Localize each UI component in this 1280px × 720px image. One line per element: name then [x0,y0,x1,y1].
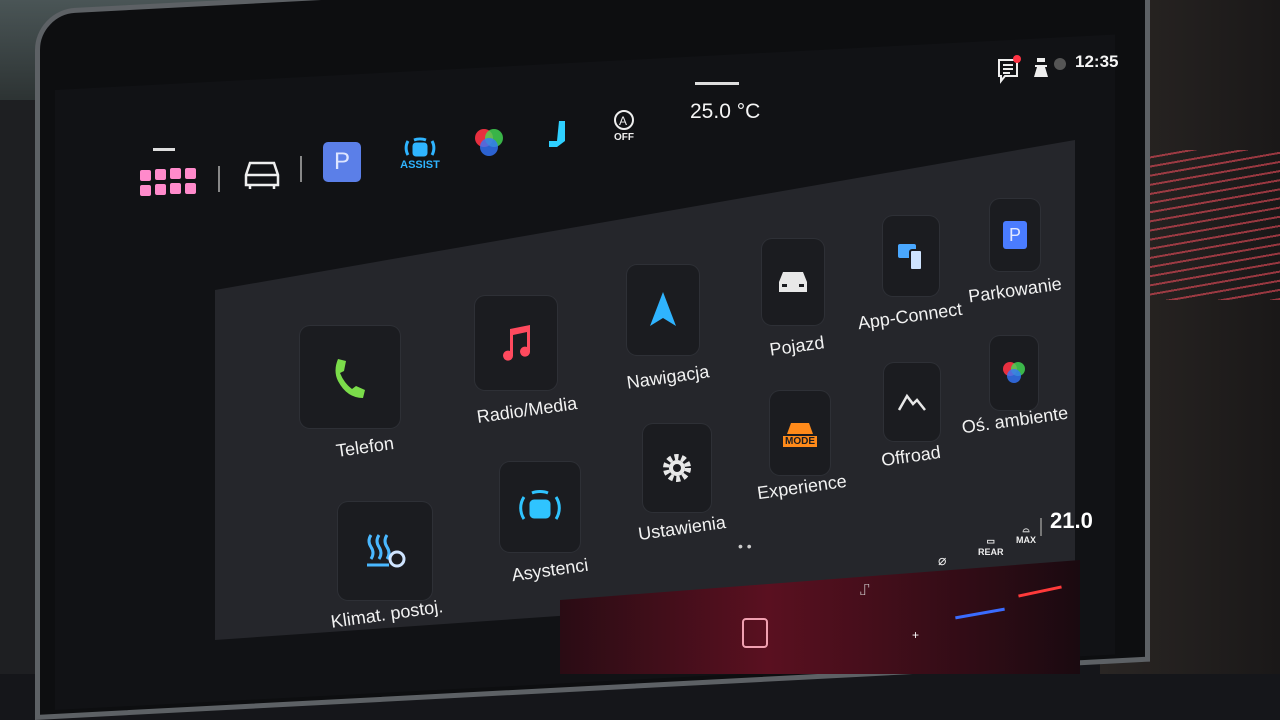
max-label: MAX [1016,535,1036,545]
app-nawigacja[interactable] [627,265,699,355]
passenger-temperature[interactable]: 21.0 [1050,508,1093,534]
divider [300,156,302,182]
app-connect-icon [898,244,923,271]
car-icon [779,272,807,292]
divider [1040,518,1042,536]
app-app-connect[interactable] [883,216,939,296]
auto-off-label: OFF [614,131,634,143]
parking-icon: P [1003,221,1027,249]
app-experience[interactable]: MODE [770,391,830,475]
car-icon[interactable] [240,155,284,191]
divider [218,166,220,192]
ambient-light-icon[interactable] [472,126,506,160]
profile-icon[interactable] [1054,58,1066,70]
ambient-light-strip [1130,150,1280,300]
page-indicator[interactable]: • • [738,538,752,554]
drive-mode-icon [787,422,813,434]
ambient-light-icon [1003,362,1025,383]
assist-label: ASSIST [400,159,440,171]
assist-button[interactable]: ASSIST [400,132,440,174]
mode-label: MODE [783,435,817,447]
parking-button[interactable]: P [323,142,361,182]
app-os-ambiente[interactable] [990,336,1038,410]
gear-icon [663,454,691,482]
handle-bar [695,82,739,85]
rear-label: REAR [978,547,1004,557]
parking-heater-icon [367,534,406,568]
notification-icon[interactable] [996,54,1022,84]
music-note-icon [503,325,531,361]
user-icon[interactable] [1032,55,1050,81]
rear-defrost-button[interactable]: ▭ REAR [978,536,1004,557]
seat-icon[interactable]: ⑀ [860,582,870,600]
svg-text:A: A [619,114,627,128]
app-ustawienia[interactable] [643,424,711,512]
mountain-icon [897,393,926,411]
auto-hold-off-button[interactable]: A OFF [606,106,642,144]
app-radio-media[interactable] [475,296,557,390]
home-button[interactable] [742,618,768,648]
app-telefon[interactable] [300,326,400,428]
app-klimat-postoj[interactable] [338,502,432,600]
app-pojazd[interactable] [762,239,824,325]
assist-icon [519,490,561,520]
app-asystenci[interactable] [500,462,580,552]
handle-bar [153,148,175,151]
app-offroad[interactable] [884,363,940,441]
navigation-arrow-icon [650,292,676,326]
app-parkowanie[interactable]: P [990,199,1040,271]
phone-icon [335,359,365,398]
steering-heat-icon[interactable]: ⌀ [938,552,946,569]
cabin-temperature[interactable]: 25.0 °C [690,100,760,124]
temp-plus-button[interactable]: + [912,628,919,642]
max-defrost-button[interactable]: ⌓ MAX [1016,524,1036,545]
clock: 12:35 [1075,52,1119,71]
seat-heating-icon[interactable] [545,118,569,152]
apps-grid-icon[interactable] [140,168,204,202]
